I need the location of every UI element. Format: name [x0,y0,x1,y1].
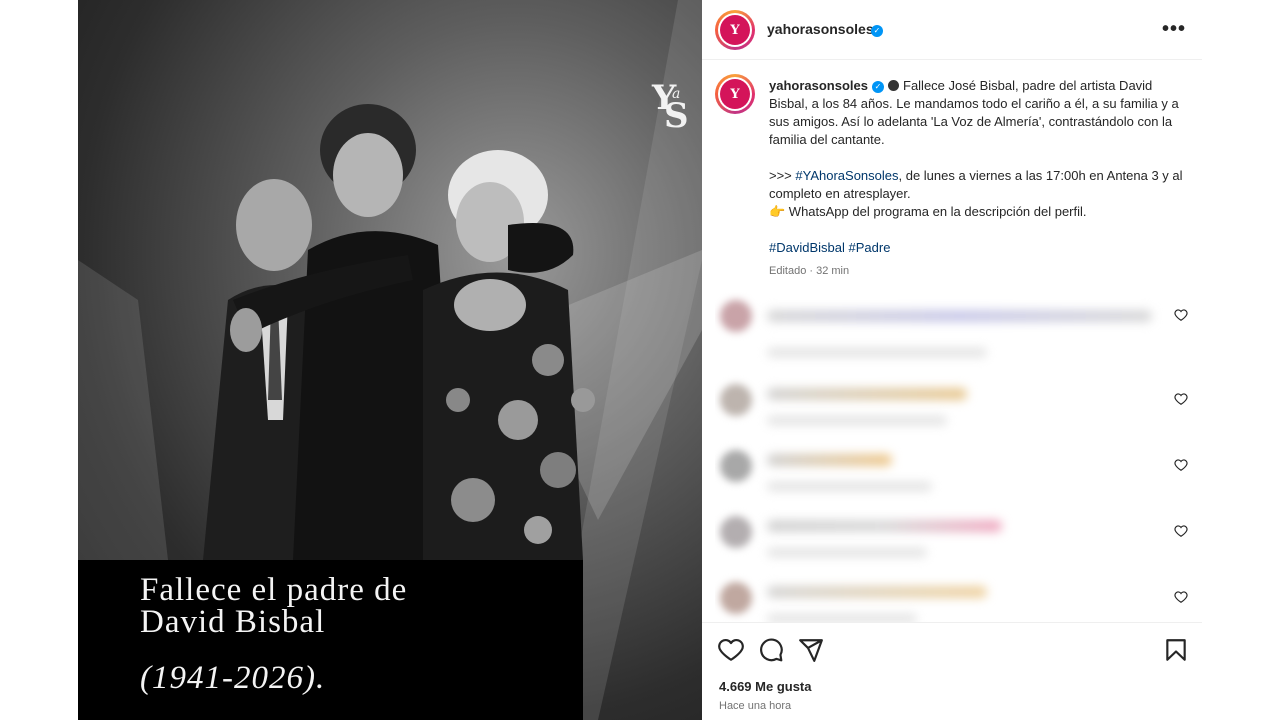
comment-text-blurred [767,454,892,466]
post-image[interactable]: Y a S Fallece el padre de David Bisbal (… [78,0,702,720]
comment-heart-icon[interactable] [1174,458,1188,472]
post-header: Y yahorasonsoles ✓ ••• [702,0,1202,60]
caption-text: yahorasonsoles ✓ Fallece José Bisbal, padr… [769,77,1183,257]
comment-heart-icon[interactable] [1174,590,1188,604]
comment-icon[interactable] [758,637,784,663]
caption-prefix: >>> [769,168,796,183]
caption-username[interactable]: yahorasonsoles [769,78,868,93]
avatar-logo: Y [720,15,750,45]
bookmark-icon[interactable] [1163,637,1189,663]
comment-meta-blurred [767,416,947,425]
comment-text-blurred [767,520,1002,532]
image-caption-box: Fallece el padre de David Bisbal (1941-2… [78,560,583,720]
likes-count[interactable]: 4.669 Me gusta [719,679,812,694]
logo-letter-s: S [664,96,689,136]
comment-heart-icon[interactable] [1174,392,1188,406]
caption-avatar[interactable]: Y [715,74,755,114]
image-caption-line1: Fallece el padre de [140,572,408,608]
comment-avatar [720,516,752,548]
caption-paragraph-2: >>> #YAhoraSonsoles, de lunes a viernes … [769,167,1183,221]
comment-avatar [720,384,752,416]
comment-item [715,376,1195,436]
post-time[interactable]: Hace una hora [719,700,791,712]
caption-paragraph-3-text: WhatsApp del programa en la descripción … [785,204,1087,219]
comment-avatar [720,582,752,614]
header-avatar[interactable]: Y [715,10,755,50]
comment-item [715,574,1195,622]
ya-sonsoles-logo: Y a S [650,78,698,136]
pointing-hand-emoji: 👉 [769,204,786,219]
black-circle-emoji [888,80,899,91]
image-caption-years: (1941-2026). [140,660,326,696]
comment-item [715,508,1195,568]
image-caption-line2: David Bisbal [140,604,326,640]
comment-avatar [720,300,752,332]
caption-verified-icon: ✓ [872,81,884,93]
comment-heart-icon[interactable] [1174,308,1188,322]
caption-hashtags: #DavidBisbal #Padre [769,239,1183,257]
comment-heart-icon[interactable] [1174,524,1188,538]
hashtag-padre[interactable]: #Padre [849,240,891,255]
comment-meta-blurred [767,482,932,491]
comments-list[interactable] [715,292,1195,622]
verified-icon-wrap: ✓ [867,21,883,39]
actions-divider [702,622,1202,623]
header-username[interactable]: yahorasonsoles [767,21,874,37]
hashtag-davidbisbal[interactable]: #DavidBisbal [769,240,845,255]
caption-paragraph-1: yahorasonsoles ✓ Fallece José Bisbal, padr… [769,77,1183,149]
image-caption-title: Fallece el padre de David Bisbal [140,572,570,640]
comment-text-blurred [767,310,1152,322]
verified-icon: ✓ [871,25,883,37]
heart-icon[interactable] [718,637,744,663]
comment-avatar [720,450,752,482]
caption-edited-time: Editado · 32 min [769,265,850,277]
comment-meta-blurred [767,614,917,622]
comment-meta-blurred [767,348,987,357]
comment-item [715,442,1195,502]
more-icon[interactable]: ••• [1162,18,1186,41]
comment-meta-blurred [767,548,927,557]
comment-item [715,292,1195,357]
hashtag-yahorasonsoles[interactable]: #YAhoraSonsoles [795,168,898,183]
post-panel: Y yahorasonsoles ✓ ••• Y yahorasonsoles ✓… [702,0,1202,720]
comment-text-blurred [767,586,987,598]
share-icon[interactable] [798,637,824,663]
caption-avatar-logo: Y [720,79,750,109]
comment-text-blurred [767,388,967,400]
